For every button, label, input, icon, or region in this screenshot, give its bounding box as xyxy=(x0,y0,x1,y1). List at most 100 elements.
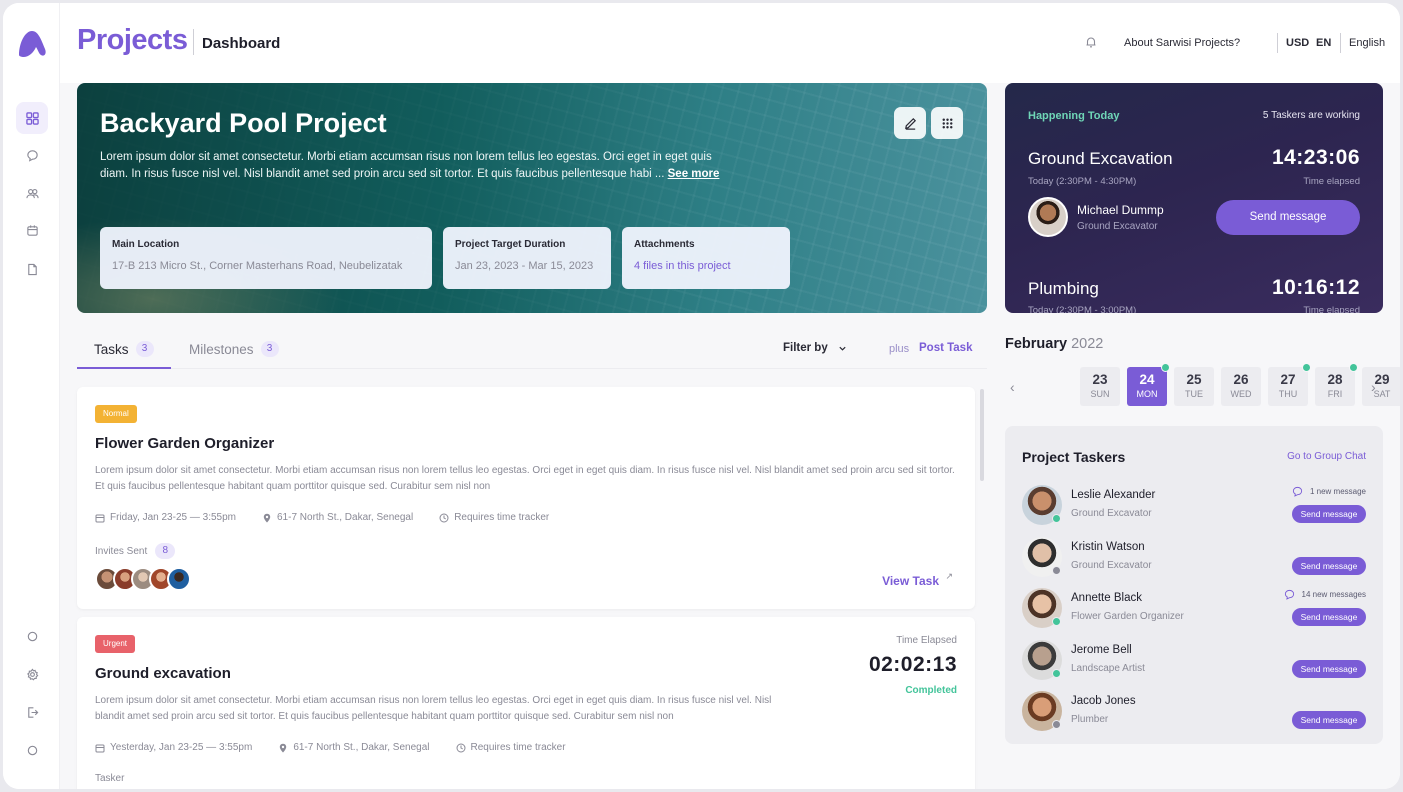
task-description: Lorem ipsum dolor sit amet consectetur. … xyxy=(95,695,772,722)
priority-badge: Urgent xyxy=(95,635,136,653)
sidebar-item-logout[interactable] xyxy=(16,696,48,728)
send-message-button[interactable]: Send message xyxy=(1292,608,1366,626)
tasker-role: Plumber xyxy=(1071,714,1109,725)
app-logo[interactable] xyxy=(15,25,49,61)
main-content: Projects Dashboard About Sarwisi Project… xyxy=(60,3,1400,789)
task-location-text: 61-7 North St., Dakar, Senegal xyxy=(293,742,430,753)
filter-dropdown[interactable]: Filter by xyxy=(783,342,847,354)
new-messages-indicator[interactable]: 14 new messages xyxy=(1284,589,1366,600)
send-message-button[interactable]: Send message xyxy=(1216,200,1360,235)
info-card-label: Main Location xyxy=(112,239,180,250)
calendar-day[interactable]: 24 MON xyxy=(1127,363,1170,406)
sidebar-item-profile[interactable] xyxy=(16,734,48,766)
chevron-right-icon[interactable]: › xyxy=(1371,379,1376,395)
event-dot xyxy=(1161,363,1170,372)
calendar-month: February 2022 xyxy=(1005,336,1103,352)
calendar-day[interactable]: 25 TUE xyxy=(1174,367,1214,406)
send-message-button[interactable]: Send message xyxy=(1292,711,1366,729)
tasker-role: Flower Garden Organizer xyxy=(1071,611,1184,622)
calendar-day[interactable]: 27 THU xyxy=(1268,363,1311,406)
pencil-icon xyxy=(904,117,916,130)
send-message-button[interactable]: Send message xyxy=(1292,505,1366,523)
view-task-link[interactable]: View Task xyxy=(882,574,939,588)
tasker-name: Jacob Jones xyxy=(1071,695,1136,707)
sidebar-item-messages[interactable] xyxy=(16,139,48,171)
task-status: Completed xyxy=(905,685,957,696)
new-messages-text: 1 new message xyxy=(1309,487,1366,496)
day-of-week: SAT xyxy=(1373,389,1391,399)
sidebar-item-settings[interactable] xyxy=(16,658,48,690)
day-number: 28 xyxy=(1327,372,1343,387)
attachments-link[interactable]: 4 files in this project xyxy=(634,260,778,272)
users-icon xyxy=(25,188,39,198)
project-description-text: Lorem ipsum dolor sit amet consectetur. … xyxy=(100,151,712,180)
new-messages-indicator[interactable]: 1 new message xyxy=(1292,486,1366,497)
about-link[interactable]: About Sarwisi Projects? xyxy=(1124,37,1240,49)
clock-icon xyxy=(439,513,449,522)
clock-icon xyxy=(456,743,465,752)
day-number: 29 xyxy=(1374,372,1390,387)
plus-label: plus xyxy=(889,343,910,355)
sidebar-item-help[interactable] xyxy=(16,620,48,652)
day-number: 27 xyxy=(1280,372,1296,387)
task-tracker-text: Requires time tracker xyxy=(454,512,550,523)
sidebar-item-team[interactable] xyxy=(16,177,48,209)
title-divider xyxy=(193,29,194,55)
time-elapsed-label: Time elapsed xyxy=(1303,176,1360,187)
task-meta: Friday, Jan 23-25 — 3:55pm 61-7 North St… xyxy=(95,512,549,523)
top-bar: Projects Dashboard About Sarwisi Project… xyxy=(60,3,1400,83)
calendar-day[interactable]: 28 FRI xyxy=(1315,363,1358,406)
circle-icon xyxy=(27,631,37,641)
grid-menu-button[interactable] xyxy=(931,107,963,139)
sidebar-item-documents[interactable] xyxy=(16,253,48,285)
sidebar-item-dashboard[interactable] xyxy=(16,102,48,134)
tasker-name: Annette Black xyxy=(1071,592,1142,604)
bell-icon[interactable] xyxy=(1084,35,1098,49)
happening-task-timer: 10:16:12 xyxy=(1271,276,1360,299)
avatar[interactable] xyxy=(167,567,191,591)
language-selector[interactable]: English xyxy=(1349,37,1385,49)
calendar-icon xyxy=(95,744,105,752)
location-pin-icon xyxy=(280,743,287,752)
new-messages-text: 14 new messages xyxy=(1301,590,1366,599)
sidebar-item-calendar[interactable] xyxy=(16,214,48,246)
active-tab-indicator xyxy=(77,367,171,369)
duration-card: Project Target Duration Jan 23, 2023 - M… xyxy=(443,227,611,289)
see-more-link[interactable]: See more xyxy=(668,168,720,180)
task-location: 61-7 North St., Dakar, Senegal xyxy=(262,512,413,523)
language-code[interactable]: EN xyxy=(1316,37,1331,49)
currency-selector[interactable]: USD xyxy=(1286,37,1309,49)
tab-tasks[interactable]: Tasks 3 xyxy=(94,341,154,357)
project-taskers-panel: Project Taskers Go to Group Chat Leslie … xyxy=(1005,426,1383,744)
tasker-label: Tasker xyxy=(95,773,125,784)
divider xyxy=(1340,33,1341,53)
attachments-card[interactable]: Attachments 4 files in this project xyxy=(622,227,790,289)
task-location: 61-7 North St., Dakar, Senegal xyxy=(278,742,430,753)
event-dot xyxy=(1302,363,1311,372)
tasker-role: Landscape Artist xyxy=(1071,662,1145,674)
happening-task-timer: 14:23:06 xyxy=(1271,146,1360,169)
task-list-scrollbar[interactable] xyxy=(980,389,984,481)
tasker-role: Ground Excavator xyxy=(1071,508,1152,519)
calendar-day[interactable]: 29 SAT xyxy=(1362,367,1400,406)
group-chat-link[interactable]: Go to Group Chat xyxy=(1287,451,1366,462)
invites-sent: Invites Sent 8 xyxy=(95,543,176,559)
invites-count: 8 xyxy=(155,543,176,559)
tab-milestones[interactable]: Milestones 3 xyxy=(189,341,279,357)
project-title: Backyard Pool Project xyxy=(100,108,387,138)
send-message-button[interactable]: Send message xyxy=(1292,659,1366,678)
chevron-left-icon[interactable]: ‹ xyxy=(1010,379,1015,395)
calendar-day[interactable]: 23 SUN xyxy=(1080,367,1120,406)
edit-project-button[interactable] xyxy=(894,107,926,139)
page-title: Dashboard xyxy=(202,35,281,52)
task-tracker-text: Requires time tracker xyxy=(470,742,566,753)
day-of-week: FRI xyxy=(1327,389,1343,399)
tasker-row: Annette Black Flower Garden Organizer 14 n… xyxy=(1022,586,1366,630)
post-task-button[interactable]: Post Task xyxy=(919,342,972,354)
calendar-day[interactable]: 26 WED xyxy=(1221,367,1261,406)
task-card[interactable]: Urgent Ground excavation Lorem ipsum dol… xyxy=(77,617,975,789)
task-card[interactable]: Normal Flower Garden Organizer Lorem ips… xyxy=(77,387,975,609)
send-message-button[interactable]: Send message xyxy=(1292,556,1366,575)
task-date: Friday, Jan 23-25 — 3:55pm xyxy=(95,512,236,523)
task-title: Ground excavation xyxy=(95,665,231,682)
